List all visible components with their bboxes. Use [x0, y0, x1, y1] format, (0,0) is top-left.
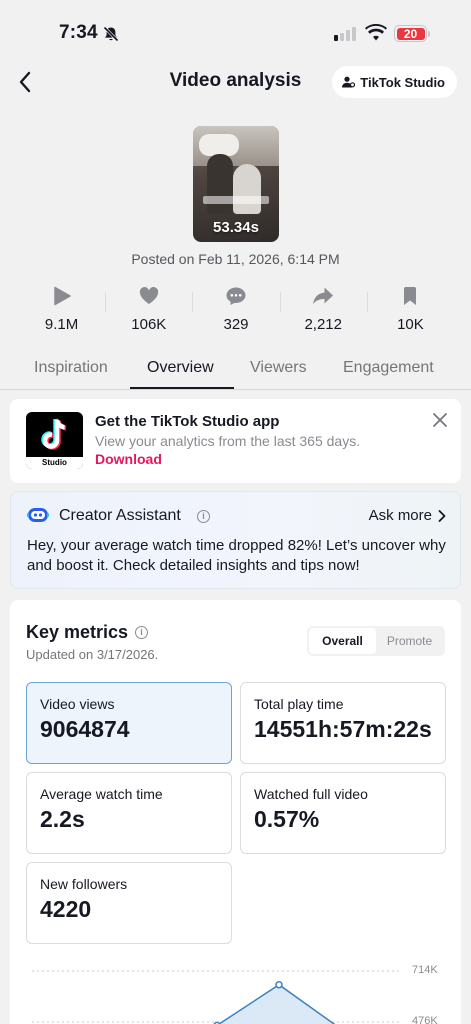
creator-assistant-card[interactable]: Creator Assistant i Ask more Hey, your a…: [10, 491, 461, 589]
promo-subtitle: View your analytics from the last 365 da…: [95, 433, 361, 449]
tiktok-studio-label: TikTok Studio: [360, 74, 445, 90]
status-bar: 7:34 20: [0, 0, 471, 62]
stat-value: 9.1M: [44, 316, 79, 333]
thumbnail-person: [233, 164, 261, 214]
app-icon-label: Studio: [26, 457, 83, 469]
heart-icon: [139, 287, 158, 304]
comment-icon: [226, 287, 246, 305]
ask-more-label: Ask more: [368, 507, 432, 524]
key-metrics-card: Key metrics i Updated on 3/17/2026. Over…: [10, 600, 461, 1024]
tiktok-studio-button[interactable]: TikTok Studio: [332, 66, 457, 98]
video-duration: 53.34s: [213, 219, 259, 236]
tiktok-logo-icon: [41, 418, 67, 450]
bell-off-icon: [103, 26, 119, 42]
toggle-promote[interactable]: Promote: [376, 628, 443, 654]
metric-average-watch-time[interactable]: Average watch time 2.2s: [26, 772, 232, 854]
thumbnail-pillow: [199, 134, 239, 156]
chevron-right-icon: [438, 509, 446, 522]
stat-comments: 329: [192, 284, 279, 336]
info-icon[interactable]: i: [197, 510, 210, 523]
metric-label: Watched full video: [254, 786, 368, 802]
metric-value: 4220: [40, 896, 92, 922]
toggle-overall[interactable]: Overall: [309, 628, 376, 654]
metric-video-views[interactable]: Video views 9064874: [26, 682, 232, 764]
thumbnail-person: [207, 154, 233, 214]
battery-level: 20: [396, 27, 425, 41]
stat-shares: 2,212: [279, 284, 367, 336]
updated-date: Updated on 3/17/2026.: [26, 647, 159, 662]
overall-promote-toggle: Overall Promote: [307, 626, 445, 656]
info-icon[interactable]: i: [135, 626, 148, 639]
person-gear-icon: [342, 76, 356, 88]
stat-favorites: 10K: [366, 284, 454, 336]
y-tick-label: 714K: [412, 964, 438, 976]
stat-value: 10K: [397, 316, 424, 333]
download-link[interactable]: Download: [95, 451, 162, 467]
analysis-tabs: Inspiration Overview Viewers Engagement: [0, 350, 471, 390]
play-icon: [53, 286, 71, 306]
metric-value: 14551h:57m:22s: [254, 716, 432, 742]
metric-label: Total play time: [254, 696, 344, 712]
tab-overview[interactable]: Overview: [147, 359, 214, 377]
metric-label: Video views: [40, 696, 115, 712]
thumbnail-caption: [203, 196, 269, 204]
wifi-icon: [365, 24, 387, 41]
engagement-stats: 9.1M 106K 329 2,212 10K: [18, 284, 454, 336]
tab-viewers[interactable]: Viewers: [250, 359, 307, 377]
metric-new-followers[interactable]: New followers 4220: [26, 862, 232, 944]
assistant-title: Creator Assistant: [59, 507, 181, 524]
tab-engagement[interactable]: Engagement: [343, 359, 434, 377]
key-metrics-title: Key metrics: [26, 622, 129, 642]
active-tab-indicator: [130, 387, 234, 389]
bookmark-icon: [404, 287, 417, 305]
close-icon[interactable]: [431, 411, 449, 429]
metric-label: Average watch time: [40, 786, 163, 802]
stat-views: 9.1M: [18, 284, 105, 336]
metric-watched-full-video[interactable]: Watched full video 0.57%: [240, 772, 446, 854]
stat-value: 329: [223, 316, 249, 333]
promo-title: Get the TikTok Studio app: [95, 413, 280, 430]
stat-likes: 106K: [105, 284, 192, 336]
video-thumbnail[interactable]: 53.34s: [193, 126, 279, 242]
header: Video analysis TikTok Studio: [0, 62, 471, 102]
assistant-message: Hey, your average watch time dropped 82%…: [27, 537, 446, 574]
metric-value: 9064874: [40, 716, 130, 742]
studio-app-promo: Studio Get the TikTok Studio app View yo…: [10, 399, 461, 483]
status-time: 7:34: [59, 22, 98, 43]
ask-more-button[interactable]: Ask more: [369, 507, 446, 524]
metric-total-play-time[interactable]: Total play time 14551h:57m:22s: [240, 682, 446, 764]
y-tick-label: 476K: [412, 1015, 438, 1024]
posted-date: Posted on Feb 11, 2026, 6:14 PM: [131, 251, 340, 267]
stat-value: 2,212: [304, 316, 342, 333]
tab-inspiration[interactable]: Inspiration: [34, 359, 108, 377]
battery-icon: 20: [394, 25, 427, 42]
metric-label: New followers: [40, 876, 128, 892]
battery-nub: [428, 31, 430, 37]
stat-value: 106K: [131, 316, 167, 333]
metric-value: 2.2s: [40, 806, 85, 832]
tiktok-studio-app-icon: Studio: [26, 412, 83, 469]
signal-icon: [334, 27, 356, 41]
robot-icon: [27, 508, 49, 522]
metric-value: 0.57%: [254, 806, 320, 832]
share-icon: [313, 287, 334, 305]
